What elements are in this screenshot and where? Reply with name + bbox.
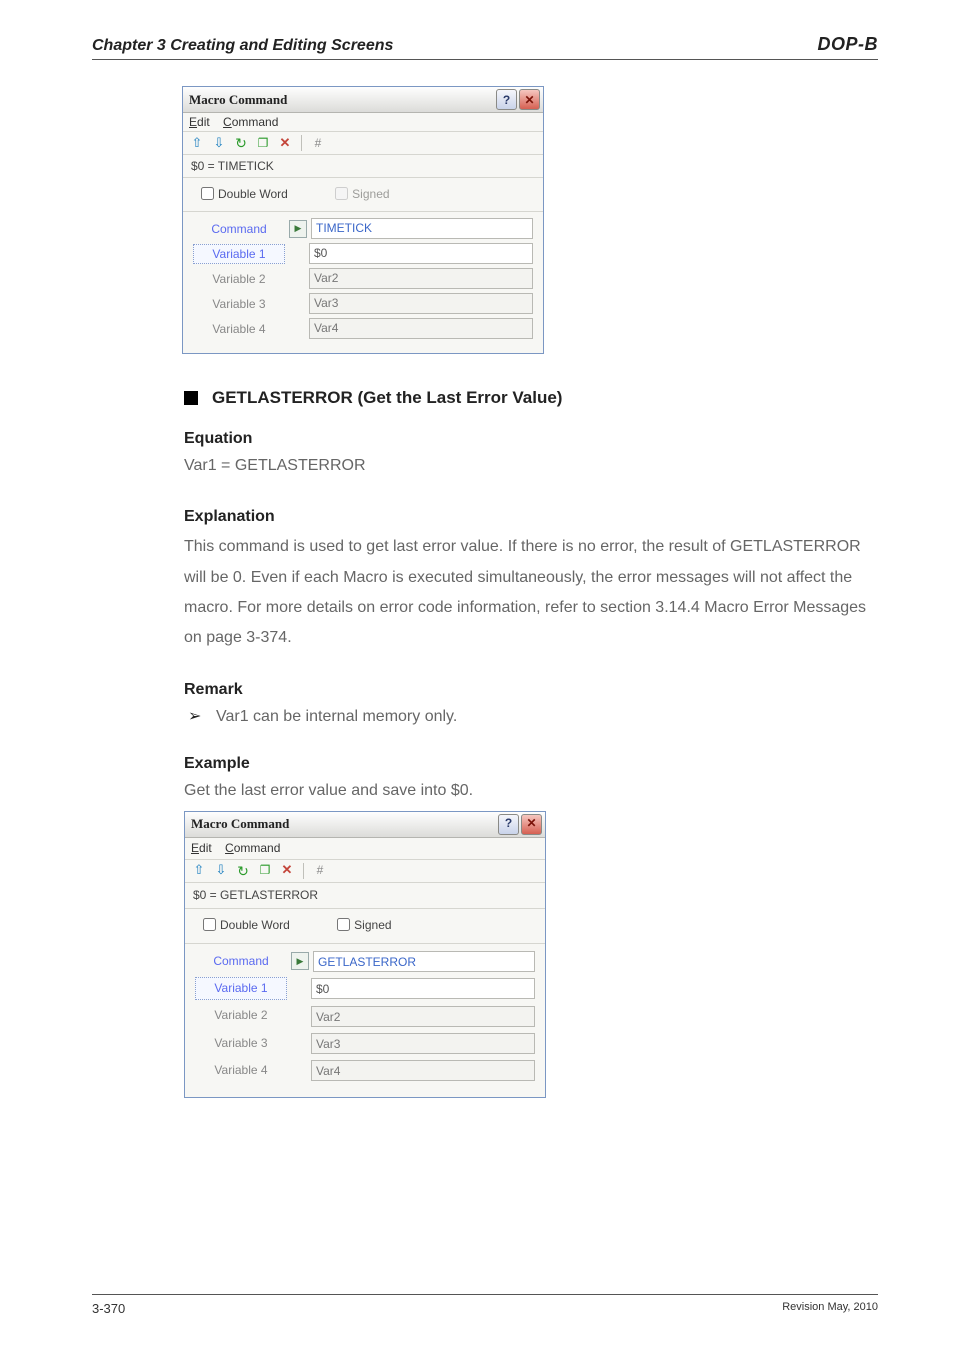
help-button[interactable]: ?	[498, 814, 519, 835]
brand-logo: DOP-B	[818, 34, 879, 55]
toolbar: ⇧ ⇩ ↻ ❐ ✕ #	[183, 132, 543, 155]
signed-checkbox: Signed	[331, 187, 389, 201]
command-label: Command	[193, 219, 285, 239]
section-heading: GETLASTERROR (Get the Last Error Value)	[184, 386, 878, 411]
body-content: GETLASTERROR (Get the Last Error Value) …	[184, 386, 878, 1098]
separator	[303, 863, 304, 879]
toolbar: ⇧ ⇩ ↻ ❐ ✕ #	[185, 860, 545, 883]
variable1-field[interactable]: $0	[309, 243, 533, 264]
page-number: 3-370	[92, 1301, 125, 1316]
variable1-field[interactable]: $0	[311, 978, 535, 999]
variable1-label[interactable]: Variable 1	[193, 244, 285, 264]
copy-icon[interactable]: ❐	[255, 135, 271, 151]
refresh-icon[interactable]: ↻	[233, 135, 249, 151]
move-down-icon[interactable]: ⇩	[213, 863, 229, 879]
move-down-icon[interactable]: ⇩	[211, 135, 227, 151]
menu-edit[interactable]: Edit	[189, 115, 210, 129]
chapter-title: Chapter 3 Creating and Editing Screens	[92, 37, 393, 55]
variable-rows: Command ▶ TIMETICK Variable 1 $0 Variabl…	[183, 212, 543, 353]
move-up-icon[interactable]: ⇧	[191, 863, 207, 879]
remark-text: Var1 can be internal memory only.	[216, 705, 457, 728]
remark-heading: Remark	[184, 678, 878, 701]
triangle-bullet-icon: ➢	[188, 705, 216, 728]
variable2-field: Var2	[311, 1006, 535, 1027]
close-button[interactable]: ✕	[521, 814, 542, 835]
page-header: Chapter 3 Creating and Editing Screens D…	[92, 34, 878, 60]
variable4-field: Var4	[311, 1060, 535, 1081]
command-play-button[interactable]: ▶	[291, 952, 309, 970]
separator	[301, 135, 302, 151]
delete-icon[interactable]: ✕	[277, 135, 293, 151]
explanation-text: This command is used to get last error v…	[184, 532, 874, 654]
double-word-checkbox[interactable]: Double Word	[199, 918, 290, 932]
variable4-field: Var4	[309, 318, 533, 339]
variable3-label: Variable 3	[193, 294, 285, 314]
dialog-title: Macro Command	[191, 815, 496, 834]
options-row: Double Word Signed	[185, 909, 545, 943]
variable2-field: Var2	[309, 268, 533, 289]
revision-text: Revision May, 2010	[782, 1301, 878, 1316]
equation-heading: Equation	[184, 427, 878, 450]
section-title: GETLASTERROR (Get the Last Error Value)	[212, 386, 562, 411]
menu-command[interactable]: Command	[225, 841, 280, 855]
equation-row: $0 = TIMETICK	[183, 155, 543, 178]
square-bullet-icon	[184, 391, 198, 405]
menubar: Edit Command	[183, 113, 543, 132]
example-heading: Example	[184, 752, 878, 775]
command-field[interactable]: GETLASTERROR	[313, 951, 535, 972]
double-word-checkbox[interactable]: Double Word	[197, 187, 288, 201]
equation-row: $0 = GETLASTERROR	[185, 883, 545, 909]
page-footer: 3-370 Revision May, 2010	[92, 1294, 878, 1316]
titlebar: Macro Command ? ✕	[183, 87, 543, 113]
variable3-label: Variable 3	[195, 1032, 287, 1055]
menu-command[interactable]: Command	[223, 115, 278, 129]
variable2-label: Variable 2	[193, 269, 285, 289]
explanation-heading: Explanation	[184, 505, 878, 528]
options-row: Double Word Signed	[183, 178, 543, 212]
menu-edit[interactable]: Edit	[191, 841, 212, 855]
titlebar: Macro Command ? ✕	[185, 812, 545, 838]
macro-command-dialog-1: Macro Command ? ✕ Edit Command ⇧ ⇩ ↻ ❐ ✕…	[182, 86, 544, 354]
move-up-icon[interactable]: ⇧	[189, 135, 205, 151]
dialog-title: Macro Command	[189, 92, 494, 108]
refresh-icon[interactable]: ↻	[235, 863, 251, 879]
equation-text: Var1 = GETLASTERROR	[184, 454, 874, 477]
example-text: Get the last error value and save into $…	[184, 779, 874, 802]
hash-icon[interactable]: #	[312, 863, 328, 879]
copy-icon[interactable]: ❐	[257, 863, 273, 879]
delete-icon[interactable]: ✕	[279, 863, 295, 879]
macro-command-dialog-2: Macro Command ? ✕ Edit Command ⇧ ⇩ ↻ ❐ ✕…	[184, 811, 546, 1098]
command-field[interactable]: TIMETICK	[311, 218, 533, 239]
signed-checkbox[interactable]: Signed	[333, 918, 391, 932]
variable4-label: Variable 4	[195, 1059, 287, 1082]
variable-rows: Command ▶ GETLASTERROR Variable 1 $0 Var…	[185, 944, 545, 1097]
variable3-field: Var3	[311, 1033, 535, 1054]
command-label: Command	[195, 950, 287, 973]
variable3-field: Var3	[309, 293, 533, 314]
help-button[interactable]: ?	[496, 89, 517, 110]
close-button[interactable]: ✕	[519, 89, 540, 110]
command-play-button[interactable]: ▶	[289, 220, 307, 238]
remark-bullet: ➢ Var1 can be internal memory only.	[184, 705, 878, 728]
variable2-label: Variable 2	[195, 1004, 287, 1027]
variable4-label: Variable 4	[193, 319, 285, 339]
menubar: Edit Command	[185, 838, 545, 860]
variable1-label[interactable]: Variable 1	[195, 977, 287, 1000]
hash-icon[interactable]: #	[310, 135, 326, 151]
